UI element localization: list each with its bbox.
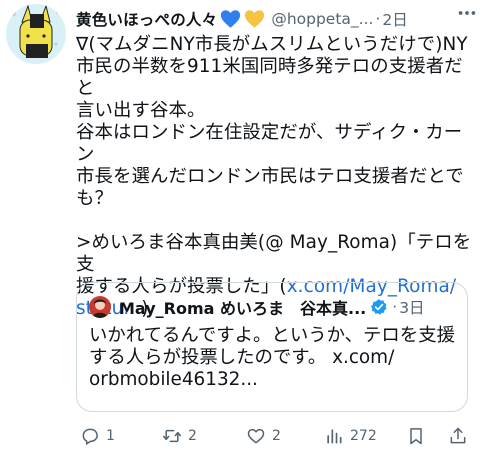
heart-icon	[247, 428, 265, 444]
tweet-line: ∇(マムダニNY市長がムスリムというだけで)NY	[76, 34, 468, 55]
verified-badge-icon	[370, 298, 388, 316]
tweet-line: 言い出す谷本。	[76, 100, 206, 121]
separator-dot: ·	[375, 10, 381, 28]
retweet-count: 2	[188, 428, 197, 444]
separator-dot: ·	[392, 298, 398, 316]
timestamp[interactable]: 2日	[382, 8, 407, 30]
reply-button[interactable]: 1	[80, 424, 115, 448]
display-name[interactable]: 黄色いほっぺの人々	[76, 8, 217, 30]
reply-count: 1	[106, 428, 115, 444]
bookmark-icon	[410, 428, 422, 445]
tweet: 黄色いほっぺの人々 @hoppeta_... · 2日 ∇(マムダニNY市長がム…	[0, 0, 480, 457]
retweet-button[interactable]: 2	[162, 424, 197, 448]
quoted-line: orbmobile46132...	[89, 369, 258, 390]
more-options-icon[interactable]	[456, 2, 478, 24]
tweet-header: 黄色いほっぺの人々 @hoppeta_... · 2日	[76, 6, 472, 32]
like-button[interactable]: 2	[246, 424, 281, 448]
action-bar: 1 2 2 272	[76, 424, 472, 448]
tweet-line: >めいろま谷本真由美(@ May_Roma)「テロを支	[76, 232, 472, 275]
bookmark-button[interactable]	[406, 424, 426, 448]
tweet-text: ∇(マムダニNY市長がムスリムというだけで)NY 市民の半数を911米国同時多発…	[76, 34, 472, 320]
quoted-timestamp[interactable]: 3日	[399, 296, 424, 318]
blue-heart-icon	[220, 9, 241, 29]
views-button[interactable]: 272	[324, 424, 377, 448]
like-count: 2	[272, 428, 281, 444]
tweet-line: 市民の半数を911米国同時多発テロの支援者だと	[76, 56, 463, 99]
reply-icon	[82, 428, 98, 445]
avatar[interactable]	[6, 4, 66, 64]
quoted-line: いかれてるんですよ。というか、テロを支援	[89, 325, 455, 346]
views-icon	[327, 429, 342, 444]
quoted-avatar[interactable]	[89, 296, 111, 318]
tweet-line: 谷本はロンドン在住設定だが、サディク・カーン	[76, 122, 463, 165]
tweet-line: も？	[76, 188, 113, 209]
quoted-display-name[interactable]: May_Roma めいろま 谷本真...	[119, 295, 366, 319]
yellow-heart-icon	[244, 9, 265, 29]
share-button[interactable]	[448, 424, 468, 448]
tweet-line: 市長を選んだロンドン市民はテロ支援者だとで	[76, 166, 464, 187]
share-icon	[450, 427, 466, 444]
view-count: 272	[350, 428, 377, 444]
quoted-tweet-text: いかれてるんですよ。というか、テロを支援 する人らが投票したのです。 x.com…	[89, 325, 457, 391]
quoted-tweet-header: May_Roma めいろま 谷本真... · 3日	[89, 295, 455, 319]
handle[interactable]: @hoppeta_...	[271, 10, 373, 28]
quoted-tweet[interactable]: May_Roma めいろま 谷本真... · 3日 いかれてるんですよ。というか…	[76, 282, 468, 412]
quoted-line: する人らが投票したのです。 x.com/	[89, 347, 395, 368]
retweet-icon	[162, 429, 182, 443]
